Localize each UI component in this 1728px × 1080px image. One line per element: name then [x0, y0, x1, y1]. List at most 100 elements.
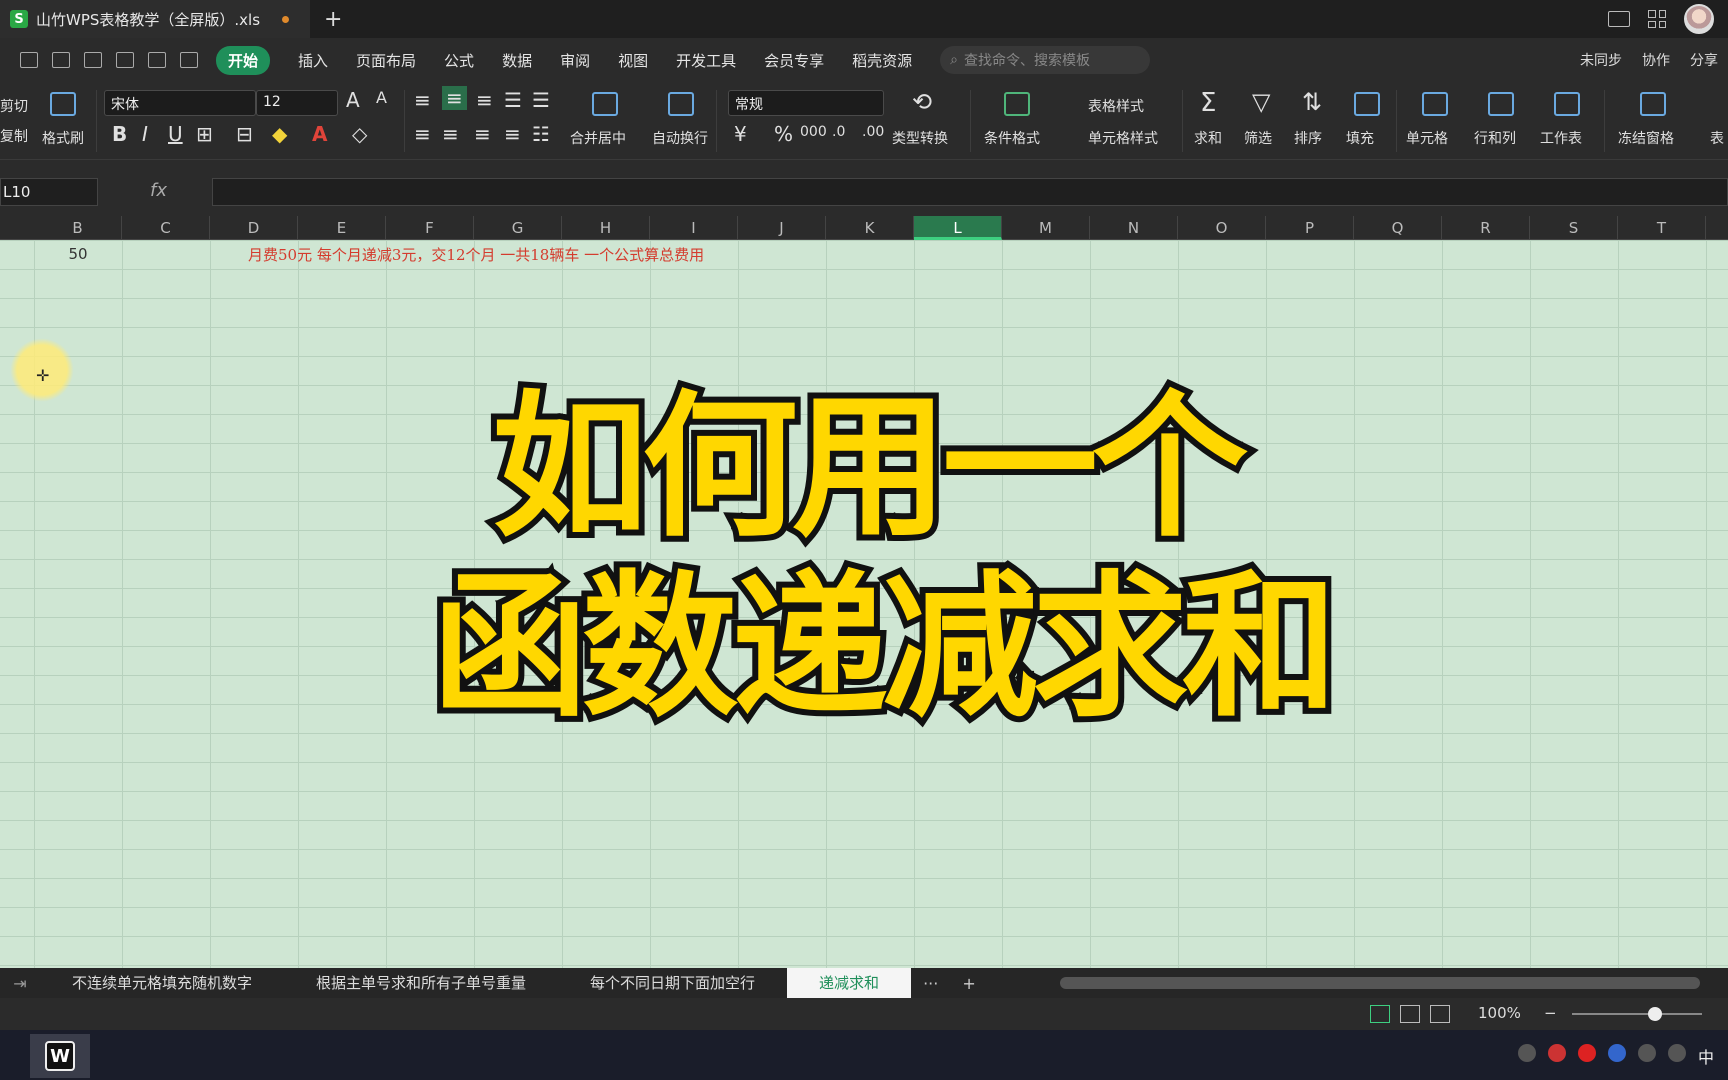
row-col-button[interactable]: 行和列	[1474, 128, 1516, 148]
tray-bluetooth-icon[interactable]	[1607, 1044, 1626, 1062]
column-header-r[interactable]: R	[1442, 216, 1530, 240]
menu-insert[interactable]: 插入	[298, 50, 328, 71]
menu-review[interactable]: 审阅	[560, 50, 590, 71]
tray-app-icon[interactable]	[1547, 1044, 1566, 1062]
align-bottom-icon[interactable]: ≡	[476, 88, 493, 112]
sheet-tab-random-fill[interactable]: 不连续单元格填充随机数字	[40, 968, 284, 998]
menu-home[interactable]: 开始	[216, 45, 271, 75]
cell-b1[interactable]: 50	[34, 240, 122, 269]
thousands-icon[interactable]: 000	[800, 124, 827, 140]
table-more-button[interactable]: 表	[1710, 128, 1724, 148]
print-preview-icon[interactable]	[116, 52, 134, 68]
clear-format-icon[interactable]: ◇	[352, 122, 367, 146]
page-break-view-icon[interactable]	[1430, 1005, 1450, 1023]
cut-button[interactable]: 剪切	[0, 96, 28, 116]
cell-d1-note[interactable]: 月费50元 每个月递减3元，交12个月 一共18辆车 一个公式算总费用	[248, 244, 704, 265]
conditional-format-button[interactable]: 条件格式	[984, 128, 1040, 148]
page-layout-view-icon[interactable]	[1400, 1005, 1420, 1023]
redo-icon[interactable]	[180, 52, 198, 68]
tray-volume-icon[interactable]	[1637, 1044, 1656, 1062]
align-right-icon[interactable]: ≡	[474, 122, 491, 146]
add-sheet-button[interactable]: +	[962, 974, 975, 993]
align-middle-icon[interactable]: ≡	[442, 86, 467, 110]
name-box[interactable]: L10	[0, 178, 98, 206]
column-header-p[interactable]: P	[1266, 216, 1354, 240]
zoom-slider-handle[interactable]	[1648, 1007, 1662, 1021]
share-button[interactable]: 分享	[1690, 50, 1718, 70]
sort-button[interactable]: 排序	[1294, 128, 1322, 148]
menu-developer[interactable]: 开发工具	[676, 50, 736, 71]
indent-increase-icon[interactable]: ☰	[532, 88, 550, 112]
fill-color-icon[interactable]: ◆	[272, 122, 287, 146]
menu-data[interactable]: 数据	[502, 50, 532, 71]
zoom-level[interactable]: 100%	[1478, 1004, 1521, 1022]
column-header-t[interactable]: T	[1618, 216, 1706, 240]
column-header-d[interactable]: D	[210, 216, 298, 240]
export-icon[interactable]	[52, 52, 70, 68]
wrap-text-button[interactable]: 自动换行	[652, 128, 708, 148]
sync-status-button[interactable]: 未同步	[1580, 50, 1622, 70]
underline-icon[interactable]: U	[168, 122, 183, 146]
column-header-m[interactable]: M	[1002, 216, 1090, 240]
column-header-n[interactable]: N	[1090, 216, 1178, 240]
menu-member[interactable]: 会员专享	[764, 50, 824, 71]
sum-button[interactable]: 求和	[1194, 128, 1222, 148]
column-header-k[interactable]: K	[826, 216, 914, 240]
collaborate-button[interactable]: 协作	[1642, 50, 1670, 70]
decrease-decimal-icon[interactable]: .00	[862, 124, 884, 140]
align-left-icon[interactable]: ≡	[414, 122, 431, 146]
fill-button[interactable]: 填充	[1346, 128, 1374, 148]
align-center-icon[interactable]: ≡	[442, 122, 459, 146]
more-sheets-button[interactable]: ···	[923, 974, 938, 993]
zoom-slider[interactable]	[1572, 1013, 1702, 1015]
new-tab-button[interactable]: +	[324, 7, 342, 32]
cell-border-style-icon[interactable]: ⊟	[236, 122, 253, 146]
align-top-icon[interactable]: ≡	[414, 88, 431, 112]
document-tab[interactable]: S 山竹WPS表格教学（全屏版）.xls	[0, 0, 310, 38]
column-header-h[interactable]: H	[562, 216, 650, 240]
ime-indicator[interactable]: 中	[1698, 1044, 1714, 1068]
undo-icon[interactable]	[148, 52, 166, 68]
normal-view-icon[interactable]	[1370, 1005, 1390, 1023]
font-color-icon[interactable]: A	[312, 122, 327, 146]
cell-button[interactable]: 单元格	[1406, 128, 1448, 148]
command-search-input[interactable]: ⌕ 查找命令、搜索模板	[940, 46, 1151, 74]
sheet-tab-sum-weight[interactable]: 根据主单号求和所有子单号重量	[284, 968, 558, 998]
column-header-i[interactable]: I	[650, 216, 738, 240]
filter-button[interactable]: 筛选	[1244, 128, 1272, 148]
increase-decimal-icon[interactable]: .0	[832, 124, 845, 140]
freeze-panes-button[interactable]: 冻结窗格	[1618, 128, 1674, 148]
tray-shield-icon[interactable]	[1517, 1044, 1536, 1062]
table-style-button[interactable]: 表格样式	[1088, 96, 1144, 116]
decrease-font-icon[interactable]: A	[376, 88, 387, 107]
menu-view[interactable]: 视图	[618, 50, 648, 71]
avatar[interactable]	[1684, 4, 1714, 34]
column-header-b[interactable]: B	[34, 216, 122, 240]
format-painter-button[interactable]: 格式刷	[42, 128, 84, 148]
bold-icon[interactable]: B	[112, 122, 127, 146]
percent-icon[interactable]: %	[774, 122, 793, 146]
indent-decrease-icon[interactable]: ☰	[504, 88, 522, 112]
column-header-s[interactable]: S	[1530, 216, 1618, 240]
merge-center-button[interactable]: 合并居中	[570, 128, 626, 148]
distributed-align-icon[interactable]: ☷	[532, 122, 550, 146]
zoom-out-icon[interactable]: −	[1544, 1004, 1557, 1022]
tray-wifi-icon[interactable]	[1667, 1044, 1686, 1062]
border-icon[interactable]: ⊞	[196, 122, 213, 146]
font-size-select[interactable]: 12	[256, 90, 338, 116]
print-icon[interactable]	[84, 52, 102, 68]
column-header-j[interactable]: J	[738, 216, 826, 240]
number-format-select[interactable]: 常规	[728, 90, 884, 116]
menu-formulas[interactable]: 公式	[444, 50, 474, 71]
formula-input[interactable]	[212, 178, 1728, 206]
sheet-tab-blank-rows[interactable]: 每个不同日期下面加空行	[558, 968, 787, 998]
sheet-nav-last-icon[interactable]: ⇥	[0, 974, 40, 993]
horizontal-scrollbar[interactable]	[1060, 977, 1700, 989]
increase-font-icon[interactable]: A	[346, 88, 360, 112]
type-convert-button[interactable]: 类型转换	[892, 128, 948, 148]
copy-button[interactable]: 复制	[0, 126, 28, 146]
column-header-g[interactable]: G	[474, 216, 562, 240]
sheet-tab-decreasing-sum[interactable]: 递减求和	[787, 968, 912, 998]
column-header-e[interactable]: E	[298, 216, 386, 240]
column-header-f[interactable]: F	[386, 216, 474, 240]
